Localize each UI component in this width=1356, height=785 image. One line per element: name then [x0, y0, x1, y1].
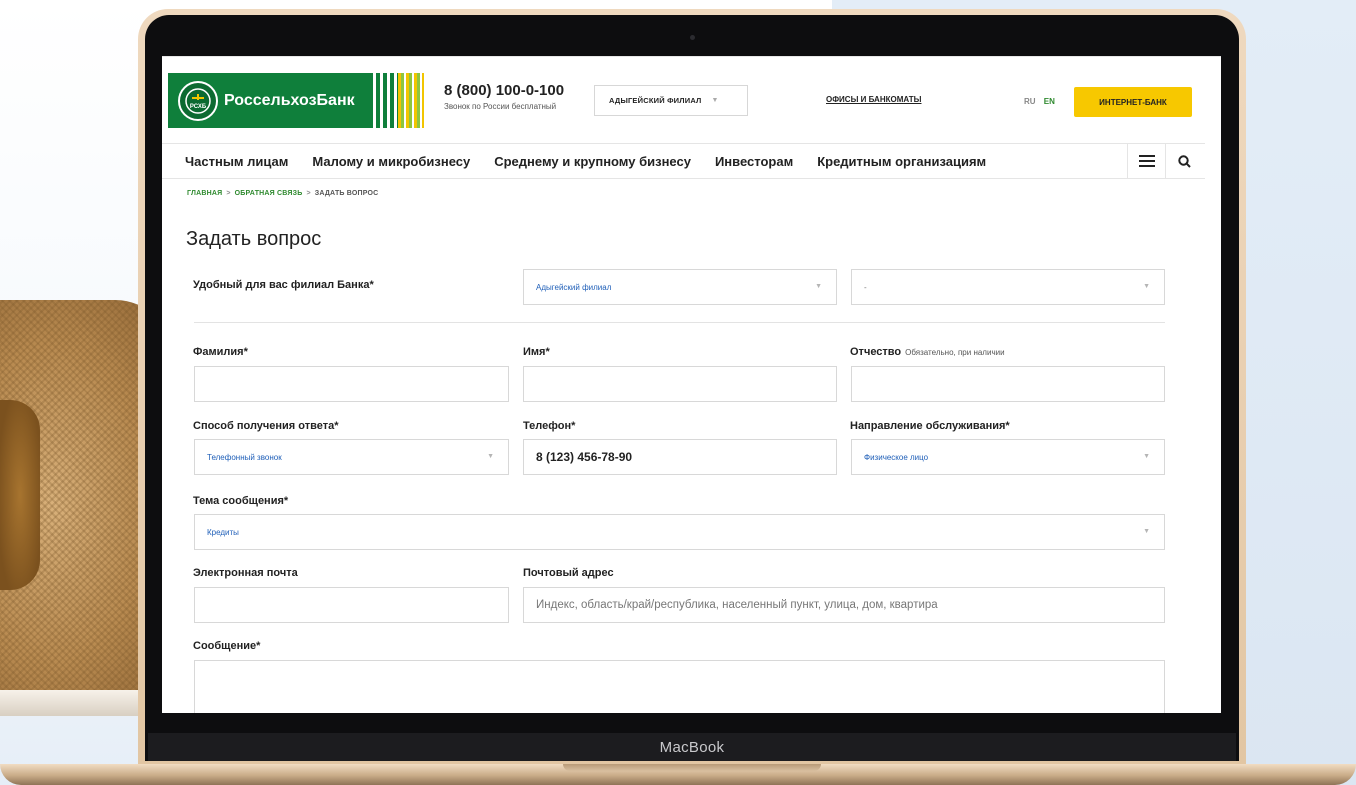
camera-icon [690, 35, 695, 40]
service-direction-label: Направление обслуживания* [850, 420, 1010, 432]
hotline-number[interactable]: 8 (800) 100-0-100 [444, 82, 564, 99]
patronymic-input[interactable] [851, 366, 1165, 402]
region-branch-label: АДЫГЕЙСКИЙ ФИЛИАЛ [609, 96, 702, 105]
branch-select-value: Адыгейский филиал [536, 282, 612, 292]
menu-button[interactable] [1127, 144, 1165, 178]
laptop-brand-label: MacBook [659, 738, 725, 756]
email-field[interactable] [194, 587, 509, 623]
bank-logo[interactable]: РСХБ РоссельхозБанк [168, 73, 424, 128]
main-nav: Частным лицам Малому и микробизнесу Сред… [162, 143, 1205, 179]
postal-address-input[interactable]: Индекс, область/край/республика, населен… [523, 587, 1165, 623]
chevron-down-icon: ▼ [487, 453, 494, 460]
chevron-down-icon: ▼ [815, 283, 822, 290]
first-name-input[interactable] [523, 366, 837, 402]
breadcrumb-separator: > [226, 190, 231, 197]
lang-en-link[interactable]: EN [1044, 97, 1055, 106]
chevron-down-icon: ▼ [711, 97, 719, 104]
nav-item-small-business[interactable]: Малому и микробизнесу [312, 154, 470, 169]
chevron-down-icon: ▼ [1143, 283, 1150, 290]
hamburger-icon [1138, 155, 1155, 167]
language-switcher: RU EN [1024, 97, 1055, 106]
branch-label: Удобный для вас филиал Банка* [193, 279, 374, 291]
answer-method-value: Телефонный звонок [207, 452, 282, 462]
breadcrumb-separator: > [306, 190, 311, 197]
nav-item-credit-orgs[interactable]: Кредитным организациям [817, 154, 986, 169]
topic-select[interactable]: Кредиты ▼ [194, 514, 1165, 550]
patronymic-hint: Обязательно, при наличии [905, 348, 1005, 357]
offices-atms-link[interactable]: ОФИСЫ И БАНКОМАТЫ [826, 95, 921, 104]
message-label: Сообщение* [193, 640, 261, 652]
chevron-down-icon: ▼ [1143, 528, 1150, 535]
postal-address-label: Почтовый адрес [523, 567, 614, 579]
email-label: Электронная почта [193, 567, 298, 579]
search-button[interactable] [1165, 144, 1203, 178]
browser-screen: РСХБ РоссельхозБанк 8 (800) 100-0-100 Зв… [162, 56, 1221, 713]
branch-select[interactable]: Адыгейский филиал ▼ [523, 269, 837, 305]
laptop-chin: MacBook [148, 733, 1236, 761]
hotline-note: Звонок по России бесплатный [444, 102, 557, 111]
service-direction-select[interactable]: Физическое лицо ▼ [851, 439, 1165, 475]
postal-address-placeholder: Индекс, область/край/республика, населен… [536, 599, 938, 611]
logo-text: РоссельхозБанк [224, 91, 355, 109]
nav-item-individuals[interactable]: Частным лицам [185, 154, 288, 169]
chevron-down-icon: ▼ [1143, 453, 1150, 460]
nav-item-investors[interactable]: Инвесторам [715, 154, 793, 169]
hotline-block: 8 (800) 100-0-100 Звонок по России беспл… [444, 82, 564, 111]
first-name-label: Имя* [523, 346, 550, 358]
last-name-input[interactable] [194, 366, 509, 402]
office-select-value: - [864, 282, 867, 292]
topic-select-value: Кредиты [207, 527, 239, 537]
logo-seal-icon: РСХБ [178, 80, 218, 121]
service-direction-value: Физическое лицо [864, 452, 929, 462]
breadcrumb-feedback[interactable]: ОБРАТНАЯ СВЯЗЬ [235, 190, 303, 197]
phone-input-value: 8 (123) 456-78-90 [536, 450, 633, 464]
answer-method-select[interactable]: Телефонный звонок ▼ [194, 439, 509, 475]
last-name-label: Фамилия* [193, 346, 248, 358]
site-header: РСХБ РоссельхозБанк 8 (800) 100-0-100 Зв… [162, 56, 1221, 144]
phone-label: Телефон* [523, 420, 576, 432]
answer-method-label: Способ получения ответа* [193, 420, 339, 432]
breadcrumb: ГЛАВНАЯ > ОБРАТНАЯ СВЯЗЬ > ЗАДАТЬ ВОПРОС [187, 190, 378, 197]
search-icon [1178, 154, 1191, 168]
form-divider [194, 322, 1165, 323]
internet-bank-button[interactable]: ИНТЕРНЕТ-БАНК [1074, 87, 1192, 117]
topic-label: Тема сообщения* [193, 495, 289, 507]
lang-ru-link[interactable]: RU [1024, 97, 1036, 106]
phone-input[interactable]: 8 (123) 456-78-90 [523, 439, 837, 475]
office-select[interactable]: - ▼ [851, 269, 1165, 305]
message-textarea[interactable] [194, 660, 1165, 713]
patronymic-label: Отчество Обязательно, при наличии [850, 346, 1005, 358]
laptop-base-notch [563, 764, 821, 771]
page-title: Задать вопрос [186, 228, 322, 250]
svg-text:РСХБ: РСХБ [190, 104, 207, 110]
logo-stripes-accent [398, 73, 424, 128]
patronymic-label-text: Отчество [850, 346, 902, 358]
region-branch-dropdown[interactable]: АДЫГЕЙСКИЙ ФИЛИАЛ ▼ [594, 85, 748, 116]
breadcrumb-home[interactable]: ГЛАВНАЯ [187, 190, 222, 197]
grain-image [0, 400, 40, 590]
nav-item-corporate[interactable]: Среднему и крупному бизнесу [494, 154, 691, 169]
breadcrumb-current: ЗАДАТЬ ВОПРОС [314, 190, 379, 197]
